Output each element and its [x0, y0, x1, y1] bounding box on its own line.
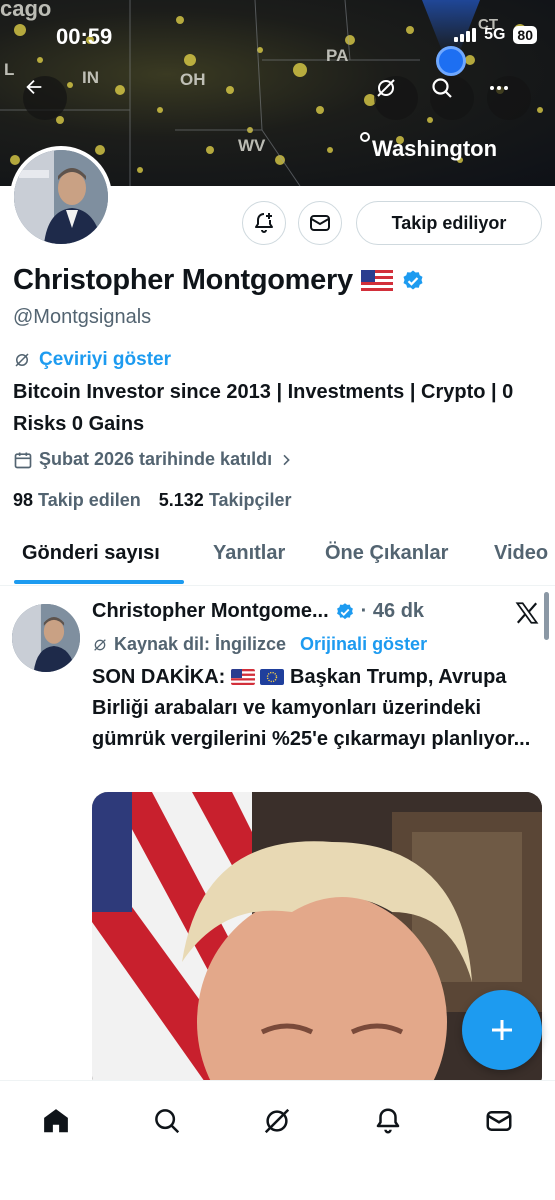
tweet-header: Christopher Montgome... · 46 dk	[92, 600, 424, 623]
battery-level: 80	[513, 26, 537, 44]
avatar-photo	[12, 604, 80, 672]
more-icon	[490, 86, 508, 90]
mail-icon	[486, 1111, 512, 1131]
status-time: 00:59	[56, 24, 113, 49]
signal-icon	[454, 28, 477, 42]
bell-icon	[376, 1108, 400, 1134]
tweet-avatar[interactable]	[12, 604, 80, 672]
show-original-link[interactable]: Orijinali göster	[300, 634, 427, 655]
map-label-state: OH	[180, 70, 206, 89]
profile-name-row: Christopher Montgomery	[13, 264, 425, 297]
active-tab-indicator	[14, 580, 184, 584]
back-button[interactable]	[23, 76, 67, 120]
profile-name: Christopher Montgomery	[13, 264, 353, 296]
search-button[interactable]	[430, 76, 474, 120]
translate-bio[interactable]: Çeviriyi göster	[13, 349, 171, 371]
map-label-state: L	[4, 60, 15, 79]
source-language: Kaynak dil: İngilizce	[114, 634, 287, 654]
search-icon	[432, 78, 452, 98]
calendar-icon	[14, 452, 32, 468]
profile-handle: @Montgsignals	[13, 306, 152, 328]
translate-icon	[377, 79, 395, 97]
notify-button[interactable]	[242, 201, 286, 245]
map-city-marker	[360, 132, 370, 142]
home-icon	[44, 1109, 68, 1133]
translate-icon	[15, 353, 29, 367]
notify-plus-icon	[255, 213, 273, 233]
more-button[interactable]	[487, 76, 531, 120]
chevron-right-icon	[283, 454, 290, 465]
compose-plus-icon	[492, 1020, 512, 1040]
joined-text: Şubat 2026 tarihinde katıldı	[39, 449, 273, 469]
tweet-text: SON DAKİKA: Başkan Trump, Avrupa Birliği…	[92, 662, 532, 755]
following-label: Takip edilen	[38, 490, 141, 510]
translate-button[interactable]	[374, 76, 418, 120]
followers-stat[interactable]: 5.132 Takipçiler	[159, 490, 292, 511]
bottom-nav	[0, 1080, 555, 1200]
tab-posts[interactable]: Gönderi sayısı	[22, 542, 160, 565]
mail-icon	[310, 215, 330, 231]
compose-button[interactable]	[462, 990, 542, 1070]
profile-avatar[interactable]	[10, 146, 112, 248]
joined-date[interactable]: Şubat 2026 tarihinde katıldı	[13, 449, 294, 470]
back-icon	[26, 79, 42, 95]
map-label-state: PA	[326, 46, 349, 65]
nav-notifications[interactable]	[368, 1101, 408, 1141]
following-button[interactable]: Takip ediliyor	[356, 201, 542, 245]
location-dot	[436, 46, 466, 76]
avatar-photo	[14, 150, 108, 244]
map-label-state: IN	[82, 68, 99, 87]
us-flag-icon	[230, 669, 255, 685]
us-flag-icon	[360, 269, 393, 292]
nav-messages[interactable]	[479, 1101, 519, 1141]
tweet-text-lead: Başkan Trump,	[290, 666, 434, 688]
tweet-time: · 46 dk	[360, 600, 425, 622]
network-type: 5G	[484, 26, 506, 43]
tweet-translation-info: Kaynak dil: İngilizce Orijinali göster	[92, 634, 427, 655]
followers-label: Takipçiler	[208, 490, 292, 510]
verified-icon	[336, 602, 353, 619]
x-logo-icon	[515, 602, 539, 624]
profile-tabs: Gönderi sayısı Yanıtlar Öne Çıkanlar Vid…	[0, 528, 555, 586]
profile-stats: 98 Takip edilen 5.132 Takipçiler	[13, 490, 292, 511]
nav-home[interactable]	[36, 1101, 76, 1141]
tab-video[interactable]: Video	[494, 542, 548, 565]
tab-replies[interactable]: Yanıtlar	[213, 542, 285, 565]
followers-count: 5.132	[158, 490, 204, 510]
map-label-city: cago	[0, 0, 52, 21]
map-label-city: Washington	[372, 136, 498, 161]
eu-flag-icon	[260, 669, 285, 685]
search-icon	[155, 1109, 180, 1134]
tweet-text-prefix: SON DAKİKA:	[92, 666, 226, 688]
following-stat[interactable]: 98 Takip edilen	[13, 490, 141, 511]
following-count: 98	[13, 490, 34, 510]
status-indicators: 5G 80	[454, 26, 537, 44]
tweet-author[interactable]: Christopher Montgome...	[92, 600, 329, 623]
tab-highlights[interactable]: Öne Çıkanlar	[325, 542, 448, 565]
scrollbar[interactable]	[544, 592, 549, 640]
translate-link[interactable]: Çeviriyi göster	[39, 349, 171, 371]
map-label-state: WV	[238, 136, 266, 155]
verified-icon	[403, 270, 423, 289]
nav-search[interactable]	[147, 1101, 187, 1141]
message-button[interactable]	[298, 201, 342, 245]
translate-icon	[94, 638, 106, 651]
nav-grok[interactable]	[257, 1101, 297, 1141]
grok-icon	[264, 1108, 290, 1134]
profile-bio: Bitcoin Investor since 2013 | Investment…	[13, 381, 514, 435]
